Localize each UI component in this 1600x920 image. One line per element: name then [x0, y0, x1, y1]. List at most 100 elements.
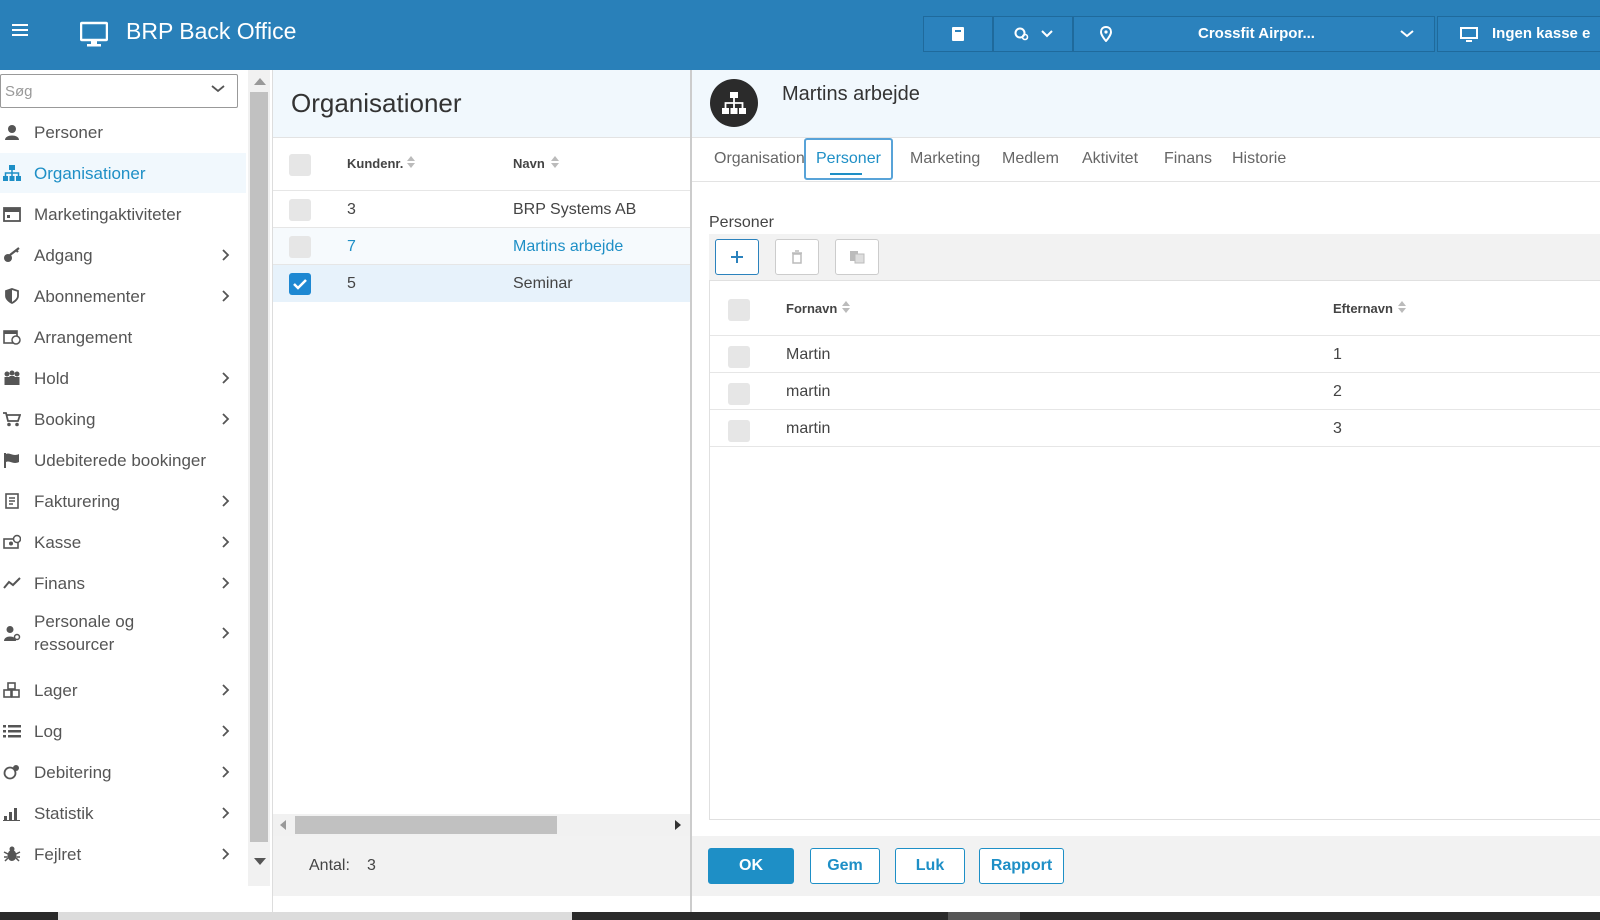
column-header-fornavn[interactable]: Fornavn — [786, 301, 837, 316]
detail-header: Martins arbejde — [692, 70, 1600, 138]
sidebar: Søg Personer Organisationer Marketingakt… — [0, 70, 248, 912]
monitor-icon — [1460, 27, 1478, 42]
map-pin-icon — [1100, 26, 1112, 42]
tools-dropdown-button[interactable] — [993, 16, 1073, 52]
tab-personer[interactable]: Personer — [804, 138, 893, 180]
row-checkbox[interactable] — [289, 273, 311, 295]
tab-organisation[interactable]: Organisation — [704, 138, 815, 180]
sidebar-scrollbar[interactable] — [248, 70, 270, 886]
sidebar-item-debitering[interactable]: Debitering — [0, 752, 246, 792]
sidebar-item-lager[interactable]: Lager — [0, 670, 246, 710]
trend-icon — [2, 573, 22, 593]
register-selector[interactable]: Ingen kasse e — [1437, 16, 1600, 52]
select-all-checkbox[interactable] — [728, 299, 750, 321]
chevron-right-icon — [222, 848, 230, 860]
bar-chart-icon — [2, 803, 22, 823]
sidebar-item-personer[interactable]: Personer — [0, 112, 246, 152]
horizontal-scrollbar[interactable] — [273, 814, 690, 836]
location-selector[interactable]: Crossfit Airpor... — [1073, 16, 1435, 52]
sidebar-item-label: Marketingaktiviteter — [34, 204, 182, 224]
scrollbar-thumb[interactable] — [250, 92, 268, 842]
scroll-right-arrow-icon[interactable] — [675, 820, 681, 830]
sidebar-item-adgang[interactable]: Adgang — [0, 235, 246, 275]
sidebar-item-finans[interactable]: Finans — [0, 563, 246, 603]
org-chart-icon — [710, 79, 758, 127]
table-row[interactable]: 7 Martins arbejde — [273, 227, 690, 265]
persons-toolbar — [709, 234, 1600, 280]
scrollbar-thumb[interactable] — [295, 816, 557, 834]
group-icon — [2, 368, 22, 388]
plus-icon — [731, 251, 743, 263]
monitor-icon — [80, 21, 108, 47]
sidebar-item-label: Abonnementer — [34, 286, 146, 306]
sidebar-item-label: Udebiterede bookinger — [34, 450, 207, 470]
count-value: 3 — [367, 857, 376, 874]
ok-button[interactable]: OK — [708, 848, 794, 884]
sidebar-item-label: Adgang — [34, 245, 93, 265]
chevron-right-icon — [222, 807, 230, 819]
table-row[interactable]: martin 2 — [710, 372, 1600, 410]
table-row[interactable]: martin 3 — [710, 409, 1600, 447]
trash-icon — [792, 250, 802, 264]
row-checkbox[interactable] — [728, 420, 750, 442]
chevron-right-icon — [222, 249, 230, 261]
tab-aktivitet[interactable]: Aktivitet — [1072, 138, 1148, 180]
chevron-down-icon — [1400, 30, 1414, 38]
row-checkbox[interactable] — [728, 383, 750, 405]
chevron-down-icon[interactable] — [211, 85, 225, 93]
tab-historie[interactable]: Historie — [1222, 138, 1296, 180]
scroll-left-arrow-icon[interactable] — [280, 820, 286, 830]
sidebar-item-label: Debitering — [34, 762, 112, 782]
close-button[interactable]: Luk — [895, 848, 965, 884]
sidebar-item-marketingaktiviteter[interactable]: Marketingaktiviteter — [0, 194, 246, 234]
cell-navn: BRP Systems AB — [513, 201, 637, 218]
scroll-down-arrow-icon[interactable] — [254, 858, 266, 865]
sidebar-item-kasse[interactable]: Kasse — [0, 522, 246, 562]
organisation-detail-panel: Martins arbejde Organisation Personer Ma… — [690, 70, 1600, 912]
scroll-up-arrow-icon[interactable] — [254, 78, 266, 85]
delete-button[interactable] — [775, 239, 819, 275]
select-all-checkbox[interactable] — [289, 154, 311, 176]
hamburger-menu-icon[interactable] — [12, 24, 28, 38]
notes-button[interactable] — [923, 16, 993, 52]
sidebar-item-label: Fejlret — [34, 844, 82, 864]
sidebar-item-fakturering[interactable]: Fakturering — [0, 481, 246, 521]
sidebar-item-booking[interactable]: Booking — [0, 399, 246, 439]
sidebar-item-udebiterede-bookinger[interactable]: Udebiterede bookinger — [0, 440, 246, 480]
row-checkbox[interactable] — [289, 236, 311, 258]
table-row[interactable]: 5 Seminar — [273, 264, 690, 302]
table-row[interactable]: Martin 1 — [710, 335, 1600, 373]
sidebar-item-label: Lager — [34, 680, 78, 700]
tab-finans[interactable]: Finans — [1154, 138, 1222, 180]
row-checkbox[interactable] — [728, 346, 750, 368]
copy-button[interactable] — [835, 239, 879, 275]
cell-navn[interactable]: Martins arbejde — [513, 238, 623, 256]
add-person-button[interactable] — [715, 239, 759, 275]
sidebar-item-arrangement[interactable]: Arrangement — [0, 317, 246, 357]
search-input[interactable]: Søg — [0, 74, 238, 108]
column-header-navn[interactable]: Navn — [513, 156, 545, 171]
sidebar-item-hold[interactable]: Hold — [0, 358, 246, 398]
chevron-right-icon — [222, 495, 230, 507]
tab-bar: Organisation Personer Marketing Medlem A… — [692, 138, 1600, 182]
sidebar-item-abonnementer[interactable]: Abonnementer — [0, 276, 246, 316]
column-header-efternavn[interactable]: Efternavn — [1333, 301, 1393, 316]
tab-medlem[interactable]: Medlem — [992, 138, 1069, 180]
chevron-right-icon — [222, 627, 230, 639]
sidebar-item-fejlret[interactable]: Fejlret — [0, 834, 246, 874]
sidebar-item-label: Personer — [34, 122, 103, 142]
save-button[interactable]: Gem — [810, 848, 880, 884]
sidebar-item-statistik[interactable]: Statistik — [0, 793, 246, 833]
cell-navn: Seminar — [513, 275, 573, 292]
table-row[interactable]: 3 BRP Systems AB — [273, 190, 690, 228]
invoice-icon — [2, 491, 22, 511]
sidebar-item-personale-og-ressourcer[interactable]: Personale og ressourcer — [0, 604, 246, 662]
column-header-kundenr[interactable]: Kundenr. — [347, 156, 403, 171]
row-checkbox[interactable] — [289, 199, 311, 221]
sidebar-item-log[interactable]: Log — [0, 711, 246, 751]
cell-efternavn: 1 — [1333, 346, 1342, 363]
report-button[interactable]: Rapport — [979, 848, 1064, 884]
tab-marketing[interactable]: Marketing — [900, 138, 990, 180]
sidebar-item-organisationer[interactable]: Organisationer — [0, 153, 246, 193]
cell-kundenr: 5 — [347, 275, 356, 292]
